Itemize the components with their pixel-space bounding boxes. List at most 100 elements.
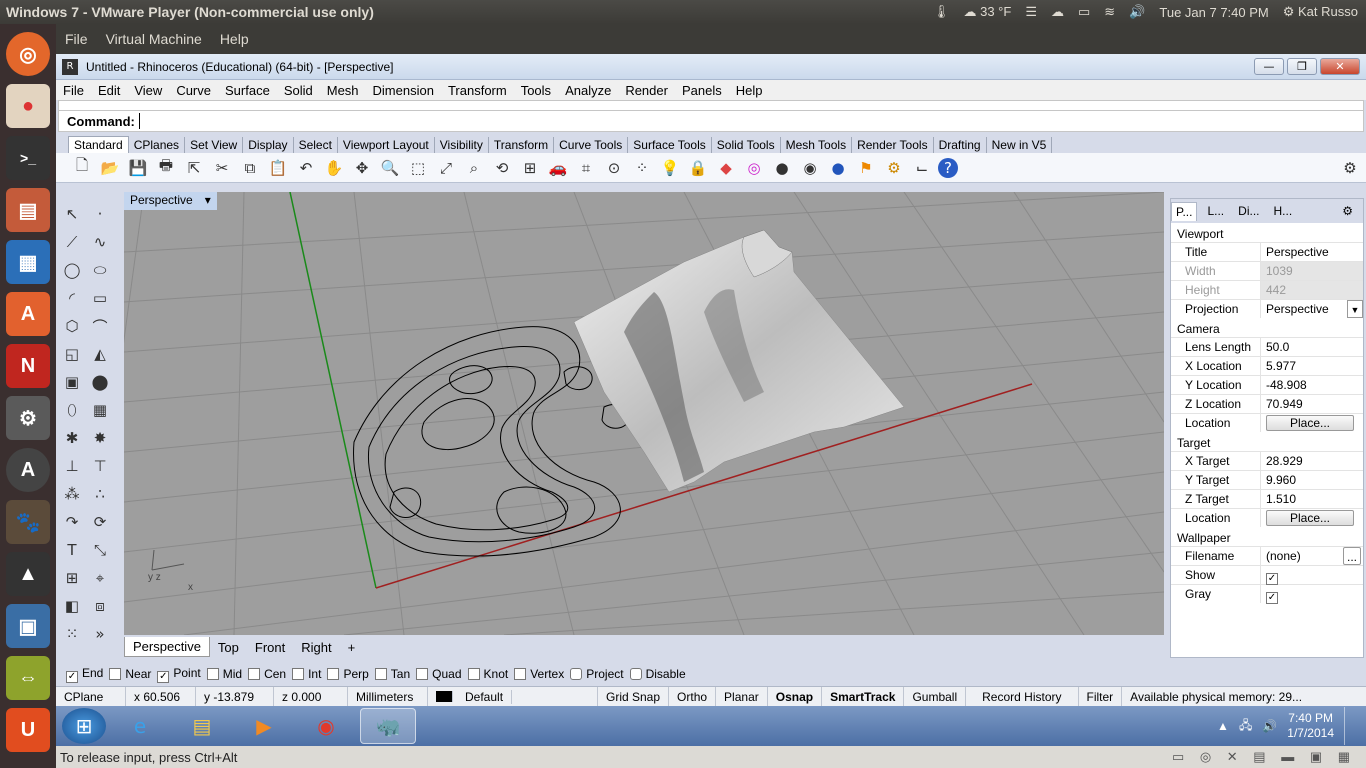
clock-indicator[interactable]: Tue Jan 7 7:40 PM [1159,5,1268,20]
zoom-window-icon[interactable]: ⬚ [406,156,430,180]
flag-icon[interactable]: ⚑ [854,156,878,180]
viewport-menu-icon[interactable]: ▾ [205,193,211,209]
tab-curve-tools[interactable]: Curve Tools [554,137,629,153]
menu-file[interactable]: File [56,83,91,98]
cloud-icon[interactable]: ☁ [1051,4,1064,20]
copy-icon[interactable]: ⧉ [238,156,262,180]
osnap-mid[interactable]: Mid [206,667,242,681]
select-icon[interactable]: ⊙ [602,156,626,180]
rotate-view-icon[interactable]: ⟲ [490,156,514,180]
volume-tray-icon[interactable]: 🔊 [1262,719,1277,733]
show-hidden-icons-icon[interactable]: ▲ [1217,719,1229,733]
polyline-icon[interactable]: ⟋ [60,230,84,254]
ungroup-icon[interactable]: ∴ [88,482,112,506]
netflix-launcher-icon[interactable]: N [6,344,50,388]
chrome-taskbar-icon[interactable]: ◉ [298,708,354,744]
panel-tab-properties[interactable]: P... [1171,201,1198,221]
menu-transform[interactable]: Transform [441,83,514,98]
open-folder-icon[interactable]: 📂 [98,156,122,180]
panel-tab-display[interactable]: Di... [1234,202,1263,220]
box-icon[interactable]: ▣ [60,370,84,394]
osnap-quad[interactable]: Quad [416,667,462,681]
browse-button[interactable]: ... [1342,547,1361,565]
tab-render-tools[interactable]: Render Tools [852,137,934,153]
y-target-field[interactable]: 9.960 [1261,471,1363,489]
osnap-point-checkbox[interactable]: ✓ [157,670,170,683]
zoom-selected-icon[interactable]: ⌕ [462,156,486,180]
x-location-field[interactable]: 5.977 [1261,357,1363,375]
pan-hand-icon[interactable]: ✋ [322,156,346,180]
osnap-toggle[interactable]: Osnap [768,686,823,707]
save-icon[interactable]: 💾 [126,156,150,180]
osnap-int-checkbox[interactable] [292,668,305,680]
tab-drafting[interactable]: Drafting [934,137,987,153]
zoom-icon[interactable]: 🔍 [378,156,402,180]
render-sphere-icon[interactable]: ● [826,156,850,180]
render-box-icon[interactable]: ◧ [60,594,84,618]
options-gear-icon[interactable]: ⚙ [882,156,906,180]
osnap-vertex-checkbox[interactable] [514,668,527,680]
minimize-button[interactable]: — [1254,58,1284,75]
osnap-end-checkbox[interactable]: ✓ [66,670,78,683]
group-icon[interactable]: ⁂ [60,482,84,506]
move-icon[interactable]: ✥ [350,156,374,180]
viewport-tab-right[interactable]: Right [293,638,339,657]
tab-cplanes[interactable]: CPlanes [129,137,186,153]
osnap-knot-checkbox[interactable] [467,668,480,680]
osnap-cen[interactable]: Cen [248,667,286,681]
planar-toggle[interactable]: Planar [716,686,768,707]
osnap-disable-checkbox[interactable] [629,668,642,680]
light-bulb-icon[interactable]: 💡 [658,156,682,180]
fillet-curve-icon[interactable]: ⌒ [88,314,112,338]
grid-icon[interactable]: ⧈ [88,594,112,618]
help-icon[interactable]: ? [938,157,958,178]
osnap-perp-checkbox[interactable] [327,668,340,680]
user-menu[interactable]: ⚙ Kat Russo [1283,4,1358,20]
cplane-icon[interactable]: ⌗ [574,156,598,180]
file-explorer-icon[interactable]: ▤ [174,708,230,744]
tab-select[interactable]: Select [294,137,338,153]
vmware-launcher-icon[interactable]: ⇔ [6,656,50,700]
menu-view[interactable]: View [127,83,169,98]
tab-transform[interactable]: Transform [489,137,555,153]
weather-indicator[interactable]: ☁ 33 °F [963,4,1011,20]
print-icon[interactable]: 🖶 [154,156,178,180]
osnap-cen-checkbox[interactable] [248,668,261,680]
ellipse-icon[interactable]: ⬭ [88,258,112,282]
explode-icon[interactable]: ✸ [88,426,112,450]
rectangle-icon[interactable]: ▭ [88,286,112,310]
mesh-icon[interactable]: ▦ [88,398,112,422]
menu-help[interactable]: Help [729,83,770,98]
more-tools-icon[interactable]: ⁙ [60,622,84,646]
tab-display[interactable]: Display [243,137,294,153]
x-target-field[interactable]: 28.929 [1261,452,1363,470]
viewport-tab-perspective[interactable]: Perspective [124,637,210,657]
tab-set-view[interactable]: Set View [185,137,244,153]
start-button[interactable]: ⊞ [62,708,106,744]
dimension-icon[interactable]: ⤡ [88,538,112,562]
zoom-extents-icon[interactable]: ⤢ [434,156,458,180]
units-indicator[interactable]: Millimeters [348,686,428,707]
arc-icon[interactable]: ◜ [60,286,84,310]
terminal-launcher-icon[interactable]: >_ [6,136,50,180]
tab-new-in-v5[interactable]: New in V5 [987,137,1053,153]
wifi-icon[interactable]: ≋ [1104,4,1115,20]
array-icon[interactable]: ⊞ [60,566,84,590]
vm-menu-virtual-machine[interactable]: Virtual Machine [97,31,211,47]
command-line[interactable]: Command: [58,110,1364,132]
osnap-near[interactable]: Near [109,667,151,681]
new-file-icon[interactable]: 🗋 [70,156,94,180]
osnap-perp[interactable]: Perp [327,667,369,681]
tab-mesh-tools[interactable]: Mesh Tools [781,137,853,153]
media-player-icon[interactable]: ▶ [236,708,292,744]
files-launcher-icon[interactable]: ▤ [6,188,50,232]
curve-icon[interactable]: ∿ [88,230,112,254]
menu-tools[interactable]: Tools [514,83,558,98]
projection-select[interactable]: Perspective ▼ [1261,300,1363,318]
rotate-object-icon[interactable]: ⟳ [88,510,112,534]
osnap-disable[interactable]: Disable [629,667,686,681]
shaded-icon[interactable]: ● [770,156,794,180]
points-icon[interactable]: ⁘ [630,156,654,180]
solid-union-icon[interactable]: ⬤ [88,370,112,394]
four-viewports-icon[interactable]: ⊞ [518,156,542,180]
